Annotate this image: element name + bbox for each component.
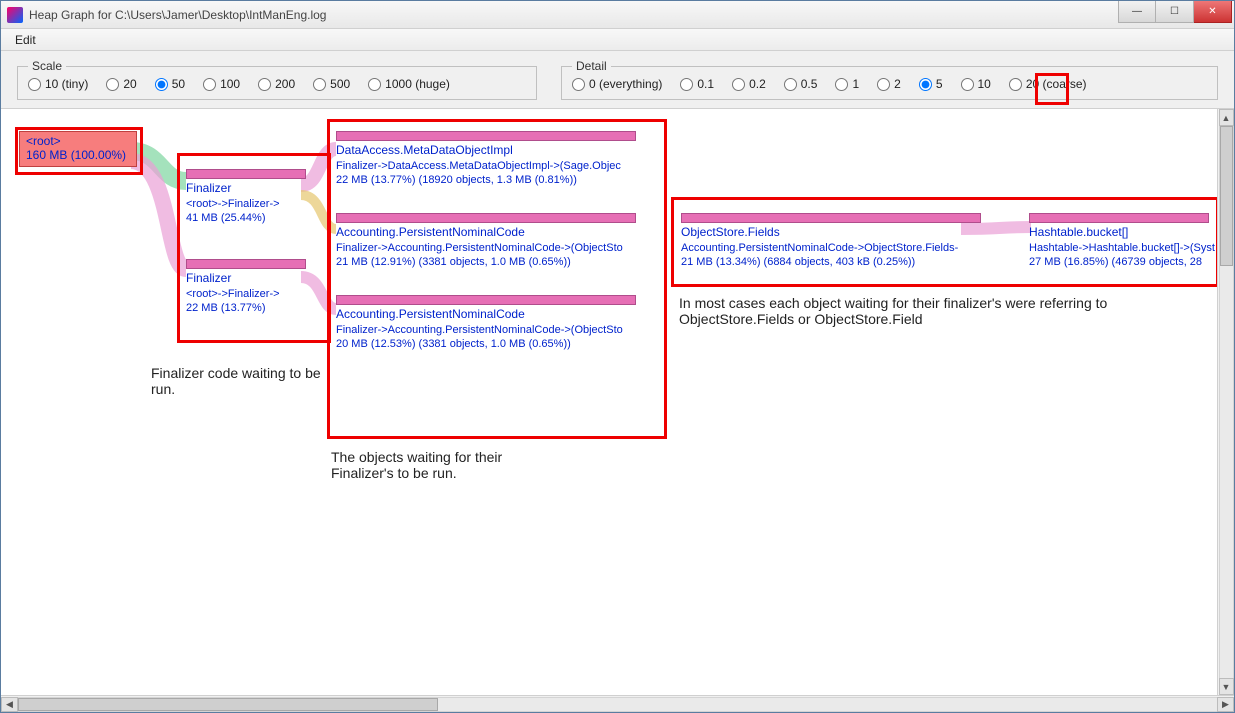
detail-legend: Detail bbox=[572, 59, 611, 73]
node-path: Accounting.PersistentNominalCode->Object… bbox=[681, 241, 1001, 255]
node-stats: 22 MB (13.77%) (18920 objects, 1.3 MB (0… bbox=[336, 173, 651, 187]
node-stats: 41 MB (25.44%) bbox=[186, 211, 316, 225]
root-stats: 160 MB (100.00%) bbox=[26, 148, 130, 162]
detail-opt-7[interactable]: 10 bbox=[961, 77, 991, 91]
bar-icon bbox=[336, 131, 636, 141]
scroll-up-icon[interactable]: ▲ bbox=[1219, 109, 1234, 126]
detail-opt-4[interactable]: 1 bbox=[835, 77, 859, 91]
node-stats: 22 MB (13.77%) bbox=[186, 301, 316, 315]
scale-opt-5[interactable]: 500 bbox=[313, 77, 350, 91]
node-stats: 21 MB (13.34%) (6884 objects, 403 kB (0.… bbox=[681, 255, 1001, 269]
menu-edit[interactable]: Edit bbox=[7, 31, 44, 49]
node-title: ObjectStore.Fields bbox=[681, 225, 1001, 241]
app-window: Heap Graph for C:\Users\Jamer\Desktop\In… bbox=[0, 0, 1235, 713]
col2-node-1[interactable]: Accounting.PersistentNominalCode Finaliz… bbox=[336, 213, 651, 269]
menubar: Edit bbox=[1, 29, 1234, 51]
bar-icon bbox=[336, 213, 636, 223]
node-title: Accounting.PersistentNominalCode bbox=[336, 225, 651, 241]
node-stats: 21 MB (12.91%) (3381 objects, 1.0 MB (0.… bbox=[336, 255, 651, 269]
minimize-button[interactable]: — bbox=[1118, 1, 1156, 23]
scale-group: Scale 10 (tiny) 20 50 100 200 500 1000 (… bbox=[17, 59, 537, 100]
bar-icon bbox=[336, 295, 636, 305]
scroll-left-icon[interactable]: ◀ bbox=[1, 697, 18, 712]
scroll-h-track[interactable] bbox=[18, 697, 1217, 712]
scale-opt-0[interactable]: 10 (tiny) bbox=[28, 77, 88, 91]
vertical-scrollbar[interactable]: ▲ ▼ bbox=[1217, 109, 1234, 695]
bar-icon bbox=[186, 169, 306, 179]
bar-icon bbox=[681, 213, 981, 223]
detail-opt-2[interactable]: 0.2 bbox=[732, 77, 766, 91]
col1-node-1[interactable]: Finalizer <root>->Finalizer-> 22 MB (13.… bbox=[186, 259, 316, 315]
detail-opt-6[interactable]: 5 bbox=[919, 77, 943, 91]
col2-node-2[interactable]: Accounting.PersistentNominalCode Finaliz… bbox=[336, 295, 651, 351]
node-title: Finalizer bbox=[186, 271, 316, 287]
node-path: <root>->Finalizer-> bbox=[186, 197, 316, 211]
root-title: <root> bbox=[26, 134, 130, 148]
scale-opt-2[interactable]: 50 bbox=[155, 77, 185, 91]
root-node[interactable]: <root> 160 MB (100.00%) bbox=[19, 131, 137, 167]
bar-icon bbox=[1029, 213, 1209, 223]
scale-opt-4[interactable]: 200 bbox=[258, 77, 295, 91]
annot-objects-waiting: The objects waiting for their Finalizer'… bbox=[331, 449, 511, 481]
titlebar[interactable]: Heap Graph for C:\Users\Jamer\Desktop\In… bbox=[1, 1, 1234, 29]
node-title: Accounting.PersistentNominalCode bbox=[336, 307, 651, 323]
close-button[interactable]: ✕ bbox=[1194, 1, 1232, 23]
horizontal-scrollbar[interactable]: ◀ ▶ bbox=[1, 695, 1234, 712]
scale-legend: Scale bbox=[28, 59, 66, 73]
node-title: DataAccess.MetaDataObjectImpl bbox=[336, 143, 651, 159]
node-title: Hashtable.bucket[] bbox=[1029, 225, 1219, 241]
node-title: Finalizer bbox=[186, 181, 316, 197]
detail-opt-0[interactable]: 0 (everything) bbox=[572, 77, 662, 91]
scale-opt-3[interactable]: 100 bbox=[203, 77, 240, 91]
detail-opt-3[interactable]: 0.5 bbox=[784, 77, 818, 91]
node-path: Finalizer->Accounting.PersistentNominalC… bbox=[336, 323, 651, 337]
col2-node-0[interactable]: DataAccess.MetaDataObjectImpl Finalizer-… bbox=[336, 131, 651, 187]
detail-group: Detail 0 (everything) 0.1 0.2 0.5 1 2 5 … bbox=[561, 59, 1218, 100]
detail-opt-8[interactable]: 20 (coarse) bbox=[1009, 77, 1087, 91]
maximize-button[interactable]: ☐ bbox=[1156, 1, 1194, 23]
col3-node-0[interactable]: ObjectStore.Fields Accounting.Persistent… bbox=[681, 213, 1001, 269]
node-path: Finalizer->Accounting.PersistentNominalC… bbox=[336, 241, 651, 255]
node-path: Hashtable->Hashtable.bucket[]->(Syst bbox=[1029, 241, 1219, 255]
detail-opt-1[interactable]: 0.1 bbox=[680, 77, 714, 91]
scroll-v-track[interactable] bbox=[1219, 126, 1234, 678]
controls-row: Scale 10 (tiny) 20 50 100 200 500 1000 (… bbox=[1, 51, 1234, 108]
scroll-right-icon[interactable]: ▶ bbox=[1217, 697, 1234, 712]
annot-finalizer-code: Finalizer code waiting to be run. bbox=[151, 365, 331, 397]
node-path: Finalizer->DataAccess.MetaDataObjectImpl… bbox=[336, 159, 651, 173]
scale-opt-1[interactable]: 20 bbox=[106, 77, 136, 91]
node-stats: 27 MB (16.85%) (46739 objects, 28 bbox=[1029, 255, 1219, 269]
scroll-v-thumb[interactable] bbox=[1220, 126, 1233, 266]
scale-opt-6[interactable]: 1000 (huge) bbox=[368, 77, 450, 91]
node-stats: 20 MB (12.53%) (3381 objects, 1.0 MB (0.… bbox=[336, 337, 651, 351]
detail-opt-5[interactable]: 2 bbox=[877, 77, 901, 91]
annot-objectstore: In most cases each object waiting for th… bbox=[679, 295, 1219, 327]
node-path: <root>->Finalizer-> bbox=[186, 287, 316, 301]
bar-icon bbox=[186, 259, 306, 269]
col1-node-0[interactable]: Finalizer <root>->Finalizer-> 41 MB (25.… bbox=[186, 169, 316, 225]
graph-canvas[interactable]: <root> 160 MB (100.00%) Finalizer <root>… bbox=[1, 108, 1234, 712]
scroll-h-thumb[interactable] bbox=[18, 698, 438, 711]
col4-node-0[interactable]: Hashtable.bucket[] Hashtable->Hashtable.… bbox=[1029, 213, 1219, 269]
scroll-down-icon[interactable]: ▼ bbox=[1219, 678, 1234, 695]
window-title: Heap Graph for C:\Users\Jamer\Desktop\In… bbox=[29, 8, 326, 22]
app-icon bbox=[7, 7, 23, 23]
